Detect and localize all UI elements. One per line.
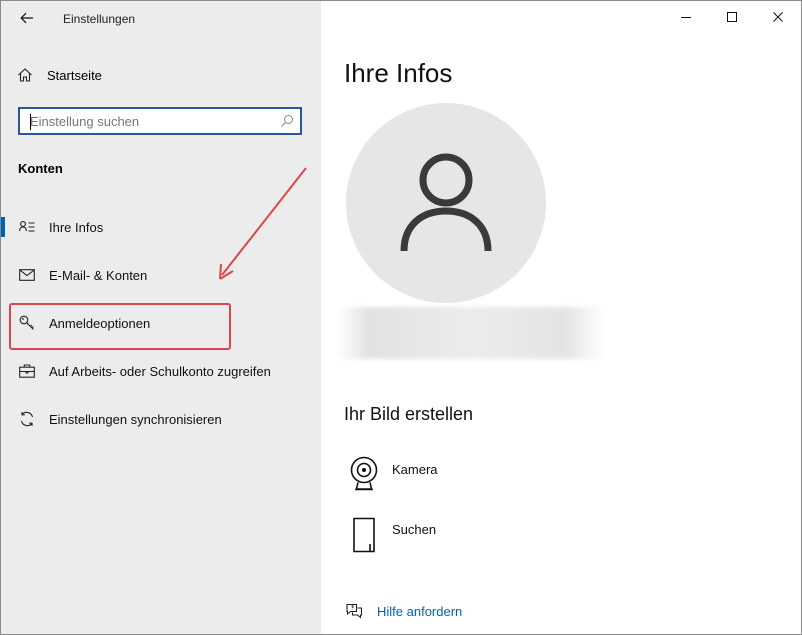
close-button[interactable] xyxy=(755,1,801,33)
sidebar-item-arbeitskonto[interactable]: Auf Arbeits- oder Schulkonto zugreifen xyxy=(1,351,321,391)
file-icon xyxy=(347,516,381,556)
home-icon xyxy=(18,68,32,82)
sync-icon xyxy=(19,411,35,427)
sidebar-item-anmeldeoptionen[interactable]: Anmeldeoptionen xyxy=(1,303,321,343)
camera-option[interactable]: Kamera xyxy=(347,456,587,496)
sidebar-item-label: Einstellungen synchronisieren xyxy=(49,411,222,427)
section-title: Ihr Bild erstellen xyxy=(344,404,474,424)
help-label: Hilfe anfordern xyxy=(377,603,463,619)
option-label: Suchen xyxy=(392,522,437,537)
help-link[interactable]: Hilfe anfordern xyxy=(345,603,462,619)
search-input[interactable] xyxy=(20,109,274,133)
content-pane: Ihre Infos Ihr Bild erstellen Kamera Suc… xyxy=(321,1,801,634)
back-button[interactable] xyxy=(15,7,39,29)
sidebar-item-ihre-infos[interactable]: Ihre Infos xyxy=(1,207,321,247)
sidebar-item-label: Ihre Infos xyxy=(49,219,104,235)
sidebar-item-label: E-Mail- & Konten xyxy=(49,267,148,283)
settings-window: Einstellungen Startseite Konten xyxy=(0,0,802,635)
search-box[interactable] xyxy=(18,107,302,135)
maximize-button[interactable] xyxy=(709,1,755,33)
minimize-button[interactable] xyxy=(663,1,709,33)
home-link[interactable]: Startseite xyxy=(17,64,102,86)
camera-icon xyxy=(347,456,381,496)
sidebar-item-email-konten[interactable]: E-Mail- & Konten xyxy=(1,255,321,295)
mail-icon xyxy=(19,267,35,283)
person-card-icon xyxy=(19,219,35,235)
maximize-icon xyxy=(727,12,737,22)
option-label: Kamera xyxy=(392,462,438,477)
key-icon xyxy=(19,315,35,331)
briefcase-icon xyxy=(19,363,35,379)
page-title: Ihre Infos xyxy=(344,58,453,88)
blurred-user-name xyxy=(337,307,605,359)
sidebar: Einstellungen Startseite Konten xyxy=(1,1,321,634)
help-chat-icon xyxy=(346,603,363,619)
text-caret xyxy=(30,114,31,130)
section-title: Konten xyxy=(18,161,63,176)
home-label: Startseite xyxy=(47,67,102,83)
search-icon[interactable] xyxy=(274,114,300,128)
sidebar-item-label: Auf Arbeits- oder Schulkonto zugreifen xyxy=(49,363,271,379)
app-title: Einstellungen xyxy=(63,12,136,26)
avatar xyxy=(346,103,546,303)
close-icon xyxy=(773,12,783,22)
arrow-left-icon xyxy=(20,12,33,24)
browse-option[interactable]: Suchen xyxy=(347,516,587,556)
selection-indicator xyxy=(1,217,5,237)
sidebar-item-label: Anmeldeoptionen xyxy=(49,315,151,331)
sidebar-item-sync[interactable]: Einstellungen synchronisieren xyxy=(1,399,321,439)
person-icon xyxy=(400,153,492,252)
minimize-icon xyxy=(681,17,691,18)
